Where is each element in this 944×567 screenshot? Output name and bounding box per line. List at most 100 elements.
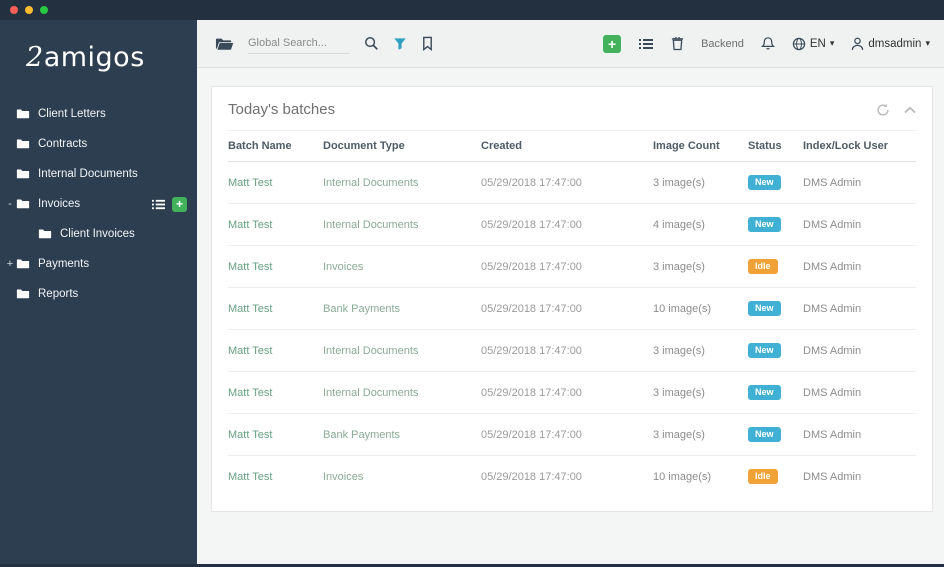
table-row[interactable]: Matt Test Internal Documents 05/29/2018 … — [228, 162, 916, 204]
user-icon — [851, 37, 864, 51]
index-lock-user-cell: DMS Admin — [803, 428, 862, 441]
column-header-status[interactable]: Status — [748, 140, 803, 152]
created-cell: 05/29/2018 17:47:00 — [481, 176, 582, 189]
window-titlebar — [0, 0, 944, 20]
status-badge: New — [748, 301, 781, 316]
column-header-created[interactable]: Created — [481, 140, 653, 152]
batch-name-link[interactable]: Matt Test — [228, 429, 323, 441]
image-count-cell: 3 image(s) — [653, 428, 705, 441]
panel-header: Today's batches — [212, 87, 932, 130]
sidebar-item-internal-documents[interactable]: Internal Documents — [0, 159, 197, 189]
list-icon[interactable] — [638, 37, 654, 51]
document-type-cell: Invoices — [323, 260, 364, 273]
status-badge: Idle — [748, 469, 778, 484]
index-lock-user-cell: DMS Admin — [803, 302, 862, 315]
batches-table: Batch Name Document Type Created Image C… — [212, 130, 932, 511]
column-header-image-count[interactable]: Image Count — [653, 140, 748, 152]
minimize-window-button[interactable] — [25, 6, 33, 14]
status-badge: New — [748, 217, 781, 232]
collapse-toggle-icon[interactable]: - — [4, 198, 16, 210]
batch-name-link[interactable]: Matt Test — [228, 219, 323, 231]
search-group — [215, 33, 434, 54]
sidebar-item-contracts[interactable]: Contracts — [0, 129, 197, 159]
main-content: Today's batches Batch Name Document Type… — [197, 68, 944, 564]
backend-link[interactable]: Backend — [701, 38, 744, 50]
document-type-cell: Bank Payments — [323, 302, 401, 315]
status-cell: New — [748, 217, 803, 232]
sidebar-item-reports[interactable]: Reports — [0, 279, 197, 309]
status-cell: New — [748, 343, 803, 358]
add-button[interactable]: + — [603, 34, 622, 53]
zoom-window-button[interactable] — [40, 6, 48, 14]
table-row[interactable]: Matt Test Internal Documents 05/29/2018 … — [228, 372, 916, 414]
bookmark-icon[interactable] — [421, 36, 434, 51]
language-label: EN — [809, 37, 826, 50]
close-window-button[interactable] — [10, 6, 18, 14]
batch-name-link[interactable]: Matt Test — [228, 261, 323, 273]
batch-name-link[interactable]: Matt Test — [228, 303, 323, 315]
table-row[interactable]: Matt Test Invoices 05/29/2018 17:47:00 1… — [228, 456, 916, 497]
sidebar-item-label: Internal Documents — [38, 168, 138, 180]
sidebar-item-label: Invoices — [38, 198, 81, 210]
image-count-cell: 3 image(s) — [653, 260, 705, 273]
chevron-down-icon: ▾ — [925, 38, 930, 48]
trash-icon[interactable] — [671, 36, 684, 51]
created-cell: 05/29/2018 17:47:00 — [481, 428, 582, 441]
table-row[interactable]: Matt Test Internal Documents 05/29/2018 … — [228, 330, 916, 372]
chevron-down-icon: ▾ — [829, 38, 835, 48]
column-header-batch-name[interactable]: Batch Name — [228, 140, 323, 152]
sidebar-item-payments[interactable]: + Payments — [0, 249, 197, 279]
index-lock-user-cell: DMS Admin — [803, 470, 862, 483]
document-type-cell: Internal Documents — [323, 386, 419, 399]
bell-icon[interactable] — [760, 36, 775, 51]
global-search-input[interactable] — [248, 33, 350, 54]
collapse-panel-icon[interactable] — [904, 106, 916, 114]
sidebar: 2amigos Client Letters Contracts Interna… — [0, 20, 197, 564]
list-view-icon[interactable] — [151, 198, 166, 211]
folder-icon — [16, 137, 30, 151]
image-count-cell: 10 image(s) — [653, 302, 712, 315]
table-body: Matt Test Internal Documents 05/29/2018 … — [228, 162, 916, 497]
status-cell: Idle — [748, 469, 803, 484]
table-row[interactable]: Matt Test Bank Payments 05/29/2018 17:47… — [228, 288, 916, 330]
sidebar-item-label: Client Invoices — [60, 228, 135, 240]
invoices-actions: + — [151, 196, 197, 212]
created-cell: 05/29/2018 17:47:00 — [481, 344, 582, 357]
document-type-cell: Bank Payments — [323, 428, 401, 441]
sidebar-item-label: Reports — [38, 288, 79, 300]
document-type-cell: Internal Documents — [323, 218, 419, 231]
filter-icon[interactable] — [393, 37, 407, 51]
language-dropdown[interactable]: EN ▾ — [792, 37, 835, 51]
table-row[interactable]: Matt Test Bank Payments 05/29/2018 17:47… — [228, 414, 916, 456]
column-header-document-type[interactable]: Document Type — [323, 140, 481, 152]
sidebar-item-label: Contracts — [38, 138, 88, 150]
image-count-cell: 3 image(s) — [653, 176, 705, 189]
search-icon[interactable] — [364, 36, 379, 51]
table-row[interactable]: Matt Test Internal Documents 05/29/2018 … — [228, 204, 916, 246]
sidebar-item-client-invoices[interactable]: Client Invoices — [0, 219, 197, 249]
batch-name-link[interactable]: Matt Test — [228, 345, 323, 357]
column-header-index-lock-user[interactable]: Index/Lock User — [803, 140, 916, 152]
expand-toggle-icon[interactable]: + — [4, 258, 16, 270]
folder-icon — [16, 257, 30, 271]
batch-name-link[interactable]: Matt Test — [228, 387, 323, 399]
logo-numeral: 2 — [26, 42, 44, 73]
index-lock-user-cell: DMS Admin — [803, 176, 862, 189]
user-dropdown[interactable]: dmsadmin ▾ — [851, 37, 930, 51]
image-count-cell: 3 image(s) — [653, 344, 705, 357]
panel-title: Today's batches — [228, 101, 336, 118]
status-cell: New — [748, 385, 803, 400]
refresh-icon[interactable] — [876, 103, 890, 117]
sidebar-item-client-letters[interactable]: Client Letters — [0, 99, 197, 129]
created-cell: 05/29/2018 17:47:00 — [481, 260, 582, 273]
sidebar-item-label: Payments — [38, 258, 90, 270]
table-row[interactable]: Matt Test Invoices 05/29/2018 17:47:00 3… — [228, 246, 916, 288]
status-badge: New — [748, 385, 781, 400]
username-label: dmsadmin — [868, 37, 922, 50]
batch-name-link[interactable]: Matt Test — [228, 177, 323, 189]
sidebar-item-invoices[interactable]: - Invoices + — [0, 189, 197, 219]
folder-icon — [16, 107, 30, 121]
add-batch-icon[interactable]: + — [172, 196, 187, 212]
open-folder-icon[interactable] — [215, 36, 234, 52]
batch-name-link[interactable]: Matt Test — [228, 471, 323, 483]
